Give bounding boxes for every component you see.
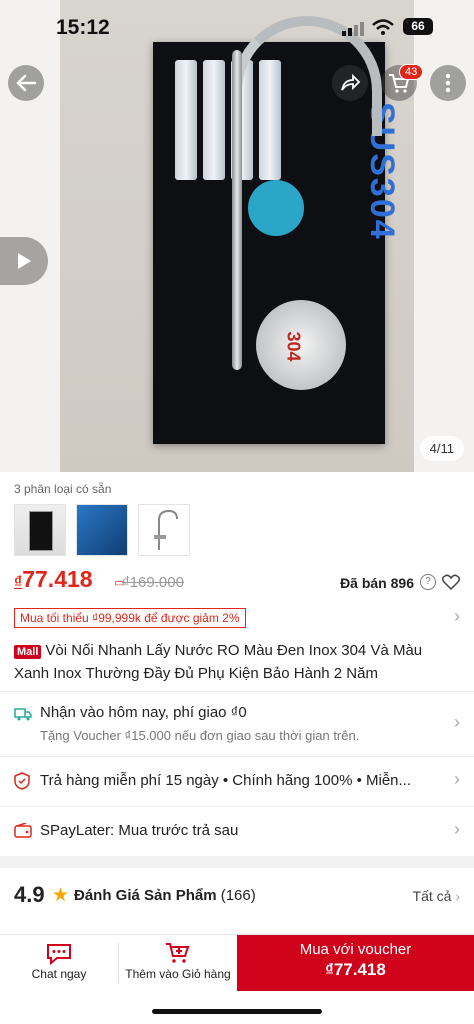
- shipping-row[interactable]: Nhận vào hôm nay, phí giao ₫0 Tặng Vouch…: [14, 704, 460, 748]
- buy-label: Mua với voucher: [299, 941, 412, 958]
- add-cart-icon: [166, 943, 190, 963]
- rating-score: 4.9: [14, 882, 45, 907]
- buy-with-voucher-button[interactable]: Mua với voucher ₫77.418: [237, 935, 474, 991]
- shipping-text: Nhận vào hôm nay, phí giao ₫0: [40, 704, 247, 721]
- guarantee-text: Trả hàng miễn phí 15 ngày • Chính hãng 1…: [40, 772, 412, 789]
- price-row: ₫77.418 ▭ ₫169.000 Đã bán 896 ?: [14, 566, 460, 596]
- help-icon[interactable]: ?: [420, 574, 436, 590]
- divider: [0, 756, 474, 757]
- home-indicator: [152, 1009, 322, 1014]
- plate-text: 304: [283, 331, 304, 362]
- current-price: ₫77.418: [14, 566, 93, 592]
- chat-label: Chat ngay: [31, 967, 87, 981]
- shipping-subtext: Tặng Voucher ₫15.000 nếu đơn giao sau th…: [40, 728, 360, 743]
- share-button[interactable]: [332, 65, 368, 101]
- product-title: Mall Vòi Nối Nhanh Lấy Nước RO Màu Đen In…: [14, 640, 454, 684]
- variant-thumb[interactable]: [14, 504, 66, 556]
- chevron-right-icon: ›: [455, 888, 460, 904]
- divider: [0, 691, 474, 692]
- play-icon: [18, 253, 31, 269]
- variants-label: 3 phân loại có sẵn: [14, 482, 112, 496]
- buy-price: ₫77.418: [325, 960, 386, 979]
- variant-thumb[interactable]: [76, 504, 128, 556]
- mall-badge: Mall: [14, 645, 42, 659]
- battery-indicator: 66: [403, 18, 433, 35]
- arrow-left-icon: [16, 74, 37, 92]
- promo-tag[interactable]: Mua tối thiểu ₫99,999k để được giảm 2%: [14, 608, 246, 628]
- shield-icon: [14, 772, 30, 790]
- truck-icon: [14, 708, 32, 721]
- heart-icon[interactable]: [442, 574, 460, 590]
- add-cart-label: Thêm vào Giỏ hàng: [125, 967, 231, 981]
- wallet-icon: [14, 823, 32, 838]
- paylater-row[interactable]: SPayLater: Mua trước trả sau ›: [14, 819, 460, 843]
- signal-icon: [342, 22, 364, 36]
- divider: [0, 806, 474, 807]
- chat-button[interactable]: Chat ngay: [0, 935, 118, 991]
- paylater-text: SPayLater: Mua trước trả sau: [40, 822, 239, 839]
- chevron-right-icon: ›: [454, 819, 460, 839]
- chat-icon: [47, 944, 71, 965]
- filter-disc: [248, 180, 304, 236]
- clock: 15:12: [56, 16, 110, 39]
- more-vertical-icon: [445, 73, 451, 93]
- see-all-reviews-link[interactable]: Tất cả ›: [413, 888, 460, 904]
- box-stripe: [203, 60, 225, 180]
- original-price: ₫169.000: [122, 574, 184, 591]
- chevron-right-icon: ›: [454, 712, 460, 732]
- star-icon: ★: [52, 885, 70, 906]
- faucet-stem: [232, 50, 242, 370]
- variant-thumb-image: [29, 511, 53, 551]
- share-icon: [341, 73, 361, 91]
- chevron-right-icon: ›: [454, 769, 460, 789]
- product-title-text: Vòi Nối Nhanh Lấy Nước RO Màu Đen Inox 3…: [14, 642, 423, 682]
- rating-count: (166): [220, 887, 256, 904]
- wifi-icon: [372, 19, 394, 35]
- rating-title: Đánh Giá Sản Phẩm (166): [74, 887, 256, 904]
- promo-chevron-icon: ›: [454, 606, 460, 626]
- image-counter: 4/11: [419, 436, 464, 461]
- faucet-thumb-image: [154, 509, 178, 550]
- cart-badge: 43: [399, 64, 424, 80]
- sold-count: Đã bán 896: [340, 575, 414, 591]
- variant-thumb[interactable]: [138, 504, 190, 556]
- add-to-cart-button[interactable]: Thêm vào Giỏ hàng: [119, 935, 237, 991]
- guarantee-row[interactable]: Trả hàng miễn phí 15 ngày • Chính hãng 1…: [14, 769, 460, 793]
- section-gap: [0, 856, 474, 868]
- status-bar: 15:12 66: [0, 14, 474, 44]
- box-stripe: [175, 60, 197, 180]
- back-button[interactable]: [8, 65, 44, 101]
- bottom-action-bar: Chat ngay Thêm vào Giỏ hàng Mua với vouc…: [0, 934, 474, 991]
- more-button[interactable]: [430, 65, 466, 101]
- video-play-button[interactable]: [0, 237, 48, 285]
